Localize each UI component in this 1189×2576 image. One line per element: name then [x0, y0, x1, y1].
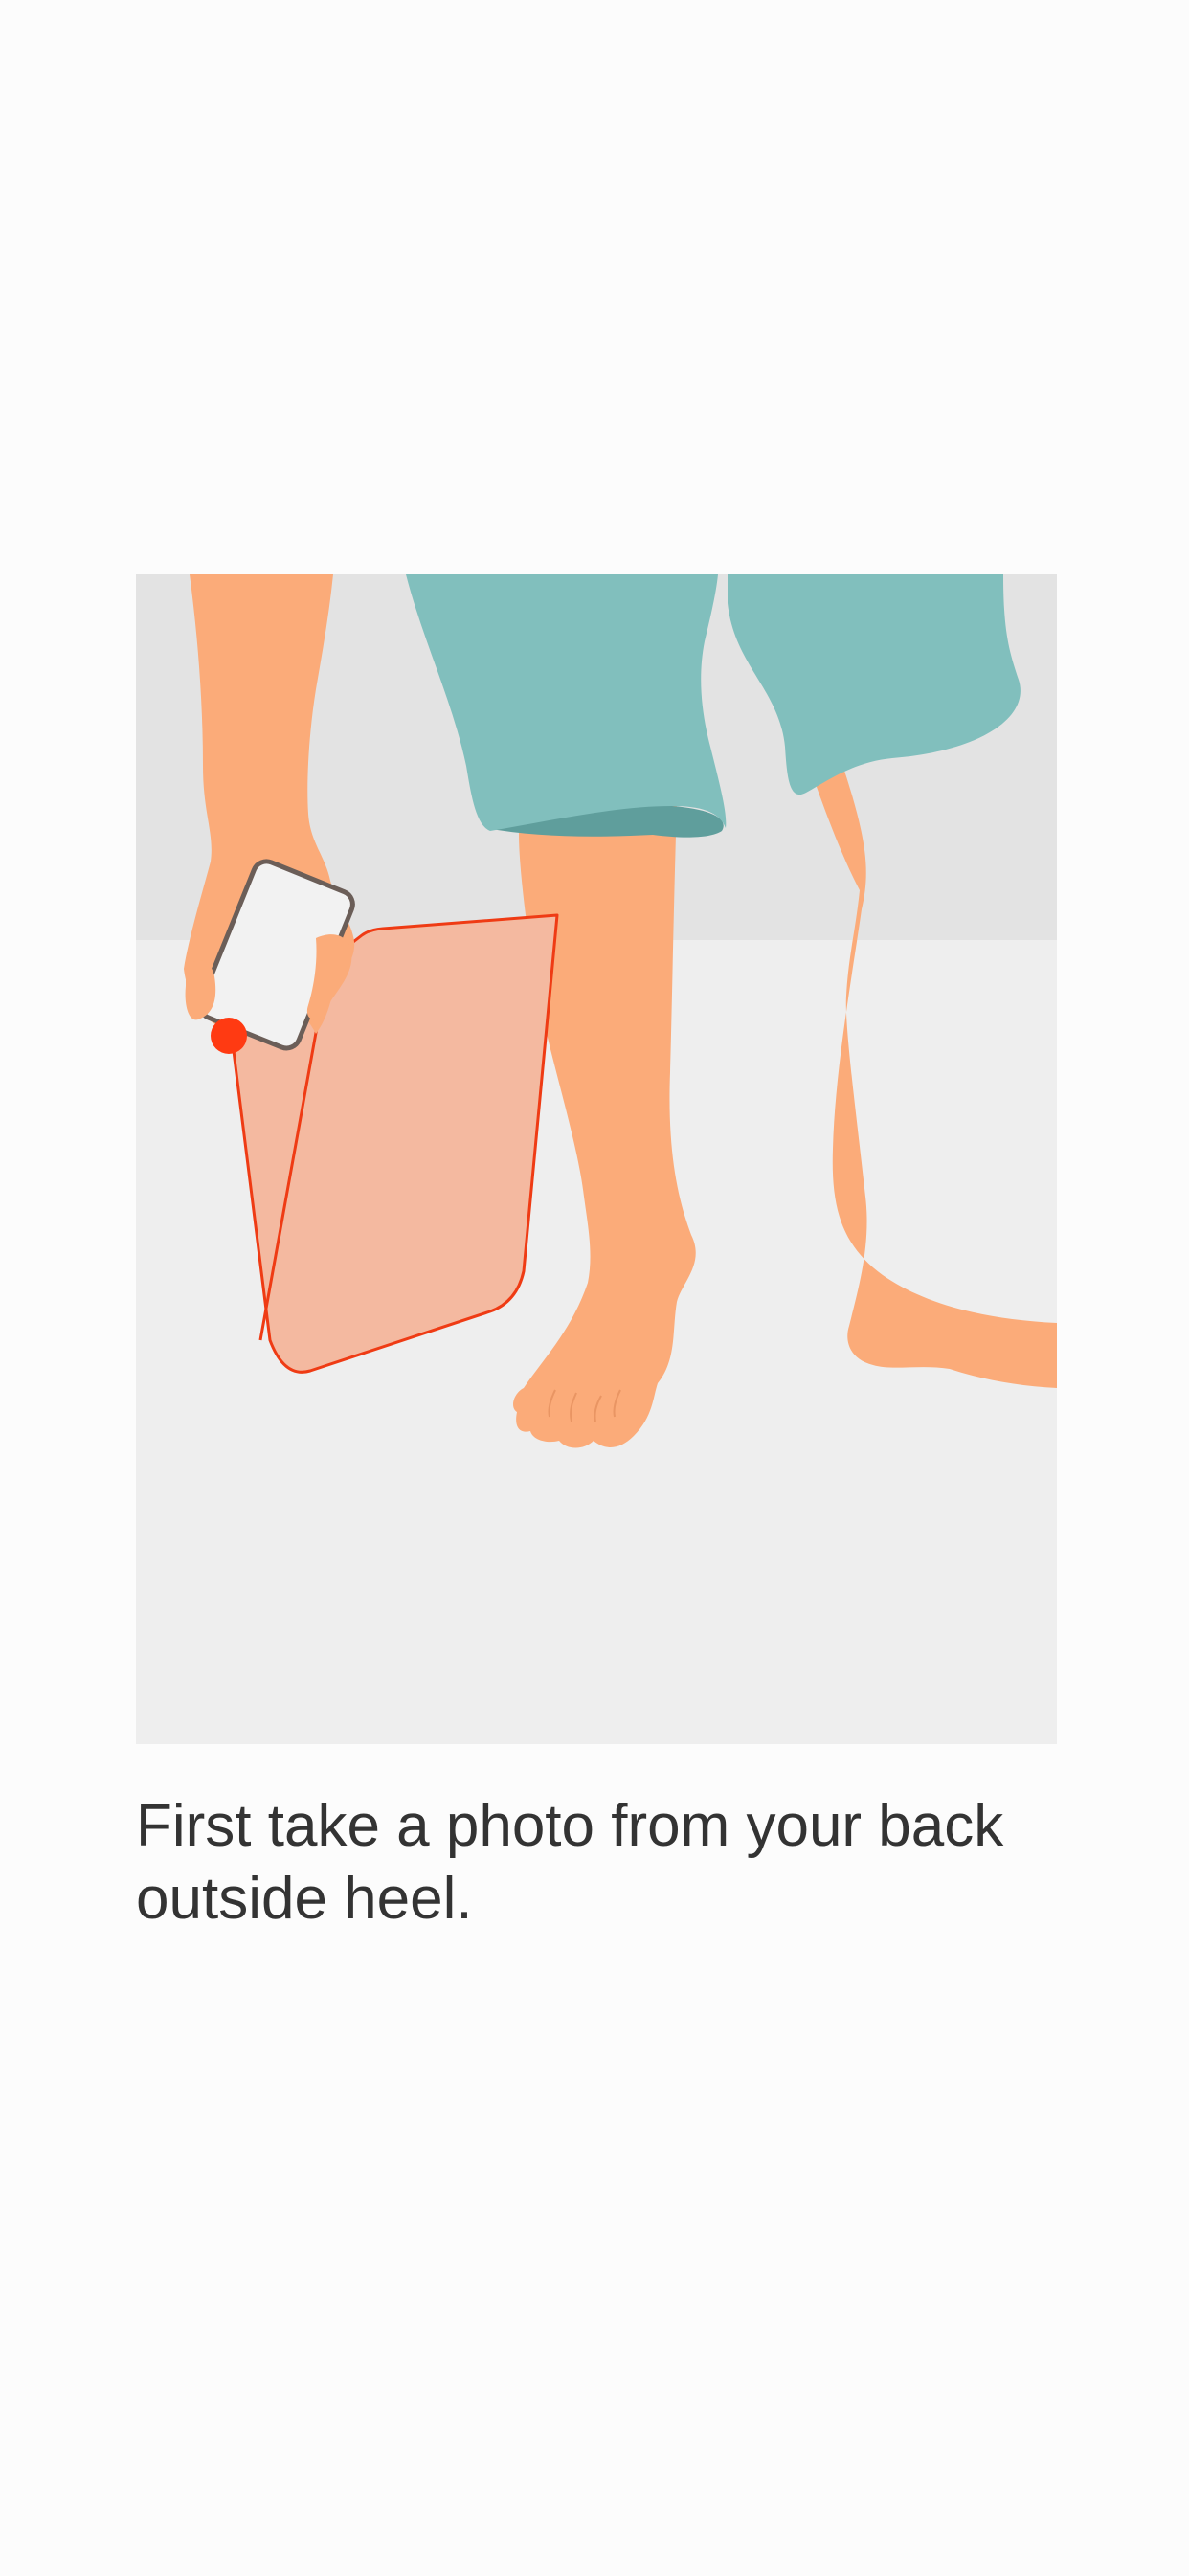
- onboarding-screen: First take a photo from your back outsid…: [0, 0, 1189, 2576]
- illustration-svg: [136, 574, 1057, 1744]
- leg-and-phone-illustration: [136, 574, 1057, 1744]
- instruction-text: First take a photo from your back outsid…: [136, 1793, 1004, 1932]
- camera-dot: [211, 1018, 247, 1054]
